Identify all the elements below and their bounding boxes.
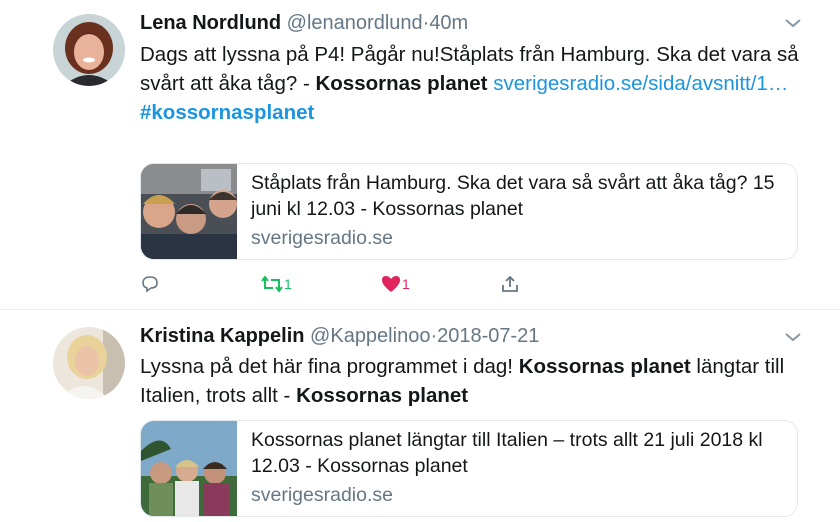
tweet-lena[interactable]: Lena Nordlund @lenanordlund·40m Dags att… bbox=[0, 0, 840, 310]
tweet-text-plain: Lyssna på det här fina programmet i dag! bbox=[140, 355, 519, 378]
user-handle[interactable]: @lenanordlund bbox=[287, 12, 423, 34]
tweet-text: Lyssna på det här fina programmet i dag!… bbox=[140, 352, 805, 410]
tweet-actions: 1 1 bbox=[140, 270, 560, 298]
display-name[interactable]: Lena Nordlund bbox=[140, 12, 281, 34]
tweet-link[interactable]: sverigesradio.se/sida/avsnitt/1… bbox=[493, 72, 788, 95]
display-name[interactable]: Kristina Kappelin bbox=[140, 325, 304, 347]
avatar[interactable] bbox=[53, 327, 125, 399]
timestamp[interactable]: 40m bbox=[429, 12, 468, 34]
heart-icon bbox=[382, 276, 400, 292]
card-title: Kossornas planet längtar till Italien – … bbox=[251, 429, 763, 477]
tweet-kristina[interactable]: Kristina Kappelin @Kappelinoo·2018-07-21… bbox=[0, 310, 840, 522]
tweet-text-bold: Kossornas planet bbox=[518, 355, 691, 378]
like-count: 1 bbox=[402, 276, 410, 292]
retweet-icon bbox=[261, 275, 283, 293]
tweet-header: Kristina Kappelin @Kappelinoo·2018-07-21 bbox=[140, 324, 539, 348]
link-card[interactable]: Ståplats från Hamburg. Ska det vara så s… bbox=[140, 163, 798, 260]
share-button[interactable] bbox=[500, 270, 520, 298]
card-info: Ståplats från Hamburg. Ska det vara så s… bbox=[251, 170, 787, 251]
card-thumbnail bbox=[141, 164, 237, 259]
card-domain: sverigesradio.se bbox=[251, 227, 393, 249]
card-thumbnail bbox=[141, 421, 237, 516]
share-icon bbox=[502, 275, 518, 292]
card-info: Kossornas planet längtar till Italien – … bbox=[251, 427, 787, 508]
like-button[interactable]: 1 bbox=[380, 270, 410, 298]
tweet-text-bold-2: Kossornas planet bbox=[296, 384, 469, 407]
tweet-text: Dags att lyssna på P4! Pågår nu!Ståplats… bbox=[140, 40, 805, 127]
chevron-down-icon[interactable] bbox=[783, 330, 803, 344]
avatar[interactable] bbox=[53, 14, 125, 86]
card-title: Ståplats från Hamburg. Ska det vara så s… bbox=[251, 172, 775, 220]
chevron-down-icon[interactable] bbox=[783, 16, 803, 30]
link-card[interactable]: Kossornas planet längtar till Italien – … bbox=[140, 420, 798, 517]
reply-icon bbox=[142, 276, 158, 293]
tweet-text-bold: Kossornas planet bbox=[315, 72, 488, 95]
card-domain: sverigesradio.se bbox=[251, 484, 393, 506]
tweet-header: Lena Nordlund @lenanordlund·40m bbox=[140, 11, 468, 35]
retweet-count: 1 bbox=[284, 276, 292, 292]
reply-button[interactable] bbox=[140, 270, 160, 298]
retweet-button[interactable]: 1 bbox=[260, 270, 292, 298]
user-handle[interactable]: @Kappelinoo bbox=[310, 325, 430, 347]
hashtag-link[interactable]: #kossornasplanet bbox=[140, 98, 805, 127]
timestamp[interactable]: 2018-07-21 bbox=[437, 325, 539, 347]
